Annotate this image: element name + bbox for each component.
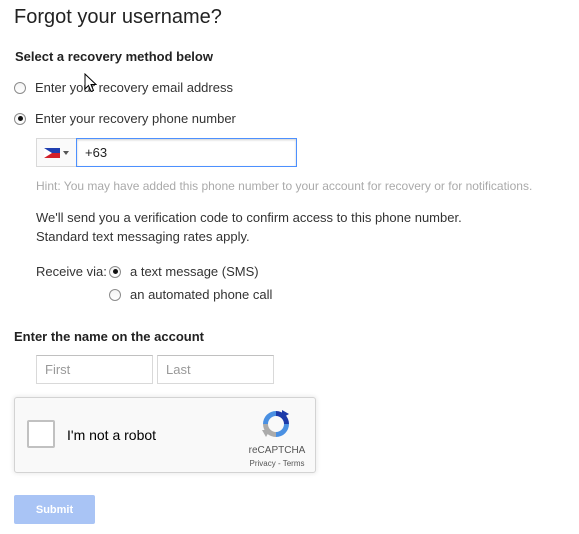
phone-number-group	[36, 138, 297, 167]
call-radio[interactable]	[109, 288, 121, 301]
recaptcha-label: I'm not a robot	[67, 427, 157, 443]
receive-option-sms[interactable]: a text message (SMS)	[109, 264, 259, 279]
recaptcha-logo-icon	[262, 410, 289, 437]
verification-info-line1: We'll send you a verification code to co…	[36, 210, 462, 225]
forgot-username-page: Forgot your username? Select a recovery …	[0, 0, 579, 534]
country-code-dropdown[interactable]	[36, 138, 76, 167]
phone-radio[interactable]	[14, 112, 26, 125]
receive-via-label: Receive via:	[36, 264, 107, 279]
recaptcha-links: Privacy - Terms	[244, 459, 310, 468]
recaptcha-widget: I'm not a robot reCAPTCHA Privacy - Term…	[14, 397, 316, 473]
recaptcha-privacy-link[interactable]: Privacy	[250, 459, 276, 468]
recovery-option-phone[interactable]: Enter your recovery phone number	[14, 111, 236, 126]
recaptcha-brand: reCAPTCHA	[248, 445, 306, 456]
receive-option-call[interactable]: an automated phone call	[109, 287, 272, 302]
mouse-pointer-icon	[84, 73, 97, 93]
sms-radio[interactable]	[109, 265, 121, 278]
account-name-heading: Enter the name on the account	[14, 329, 204, 344]
sms-option-label: a text message (SMS)	[130, 264, 259, 279]
chevron-down-icon	[63, 150, 69, 155]
recaptcha-checkbox[interactable]	[27, 420, 55, 448]
phone-option-label: Enter your recovery phone number	[35, 111, 236, 126]
page-title: Forgot your username?	[14, 6, 222, 28]
verification-info-line2: Standard text messaging rates apply.	[36, 229, 250, 244]
philippines-flag-icon	[44, 147, 60, 158]
recaptcha-terms-link[interactable]: Terms	[283, 459, 305, 468]
first-name-input[interactable]	[36, 355, 153, 384]
email-option-label: Enter your recovery email address	[35, 80, 233, 95]
call-option-label: an automated phone call	[130, 287, 273, 302]
recaptcha-link-separator: -	[275, 459, 283, 468]
last-name-input[interactable]	[157, 355, 274, 384]
submit-button[interactable]: Submit	[14, 495, 95, 524]
email-radio[interactable]	[14, 81, 26, 94]
phone-hint-text: Hint: You may have added this phone numb…	[36, 179, 533, 193]
recovery-method-heading: Select a recovery method below	[15, 49, 213, 64]
recovery-option-email[interactable]: Enter your recovery email address	[14, 80, 233, 95]
phone-number-input[interactable]	[76, 138, 297, 167]
